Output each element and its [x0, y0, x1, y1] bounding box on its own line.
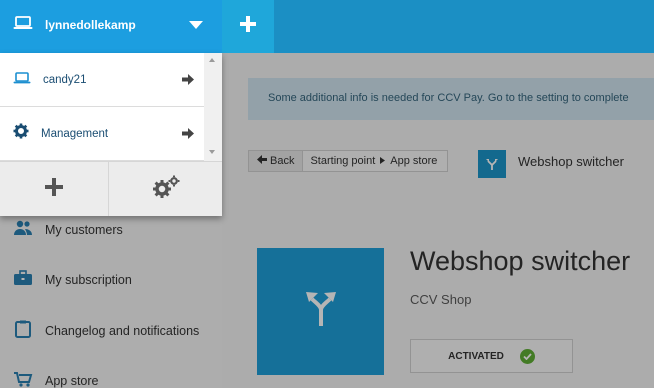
arrow-left-icon — [257, 155, 267, 167]
people-icon — [13, 220, 33, 239]
gear-icon — [13, 123, 29, 144]
app-name: Webshop switcher — [410, 246, 631, 276]
activation-status: ACTIVATED — [410, 339, 573, 373]
add-shop-button[interactable] — [0, 161, 108, 216]
sidebar-item-label: My customers — [45, 222, 123, 237]
breadcrumb-path: Starting point App store — [303, 150, 449, 172]
breadcrumb-starting-point[interactable]: Starting point — [310, 155, 375, 167]
sidebar-item-app-store[interactable]: App store — [13, 371, 99, 388]
briefcase-icon — [13, 270, 33, 289]
breadcrumb: Back Starting point App store — [248, 150, 449, 172]
scroll-down-icon[interactable] — [209, 150, 215, 154]
add-tab-button[interactable] — [222, 0, 274, 53]
status-label: ACTIVATED — [448, 350, 504, 362]
breadcrumb-app-store[interactable]: App store — [390, 155, 437, 167]
clipboard-icon — [13, 320, 33, 341]
shop-switcher-toggle[interactable]: lynnedollekamp — [0, 0, 222, 53]
breadcrumb-current: Webshop switcher — [518, 154, 624, 169]
app-vendor: CCV Shop — [410, 292, 472, 307]
dropdown-scrollbar[interactable] — [204, 53, 222, 161]
top-bar-area — [274, 0, 654, 53]
sidebar-item-label: App store — [45, 373, 99, 388]
plus-icon — [239, 15, 257, 38]
arrow-right-icon — [182, 126, 194, 144]
scroll-up-icon[interactable] — [209, 58, 215, 62]
shop-item-candy21[interactable]: candy21 — [0, 53, 204, 107]
info-notice[interactable]: Some additional info is needed for CCV P… — [248, 78, 654, 120]
shop-item-management[interactable]: Management — [0, 107, 204, 161]
gears-icon — [151, 175, 181, 204]
sidebar-item-my-customers[interactable]: My customers — [13, 220, 123, 239]
laptop-icon — [13, 71, 31, 89]
back-label: Back — [270, 155, 295, 167]
shop-item-label: Management — [41, 127, 109, 140]
shop-switcher-dropdown: candy21 Management — [0, 53, 222, 216]
sidebar-item-label: My subscription — [45, 272, 132, 287]
current-shop-name: lynnedollekamp — [45, 17, 136, 32]
plus-icon — [44, 177, 64, 202]
laptop-icon — [13, 16, 33, 33]
caret-right-icon — [380, 155, 386, 167]
sidebar-item-my-subscription[interactable]: My subscription — [13, 270, 132, 289]
chevron-down-icon[interactable] — [189, 21, 203, 29]
cart-icon — [13, 371, 33, 388]
arrow-right-icon — [182, 72, 194, 90]
check-icon — [519, 348, 535, 364]
shop-item-label: candy21 — [43, 73, 87, 86]
app-small-icon — [478, 150, 506, 178]
merge-arrows-icon — [304, 290, 338, 333]
sidebar-item-label: Changelog and notifications — [45, 323, 200, 338]
app-tile-image — [257, 248, 384, 375]
main-content: Some additional info is needed for CCV P… — [222, 53, 654, 388]
top-bar: lynnedollekamp — [0, 0, 654, 53]
shop-settings-button[interactable] — [108, 161, 222, 216]
sidebar-item-changelog[interactable]: Changelog and notifications — [13, 320, 199, 341]
back-button[interactable]: Back — [248, 150, 304, 172]
